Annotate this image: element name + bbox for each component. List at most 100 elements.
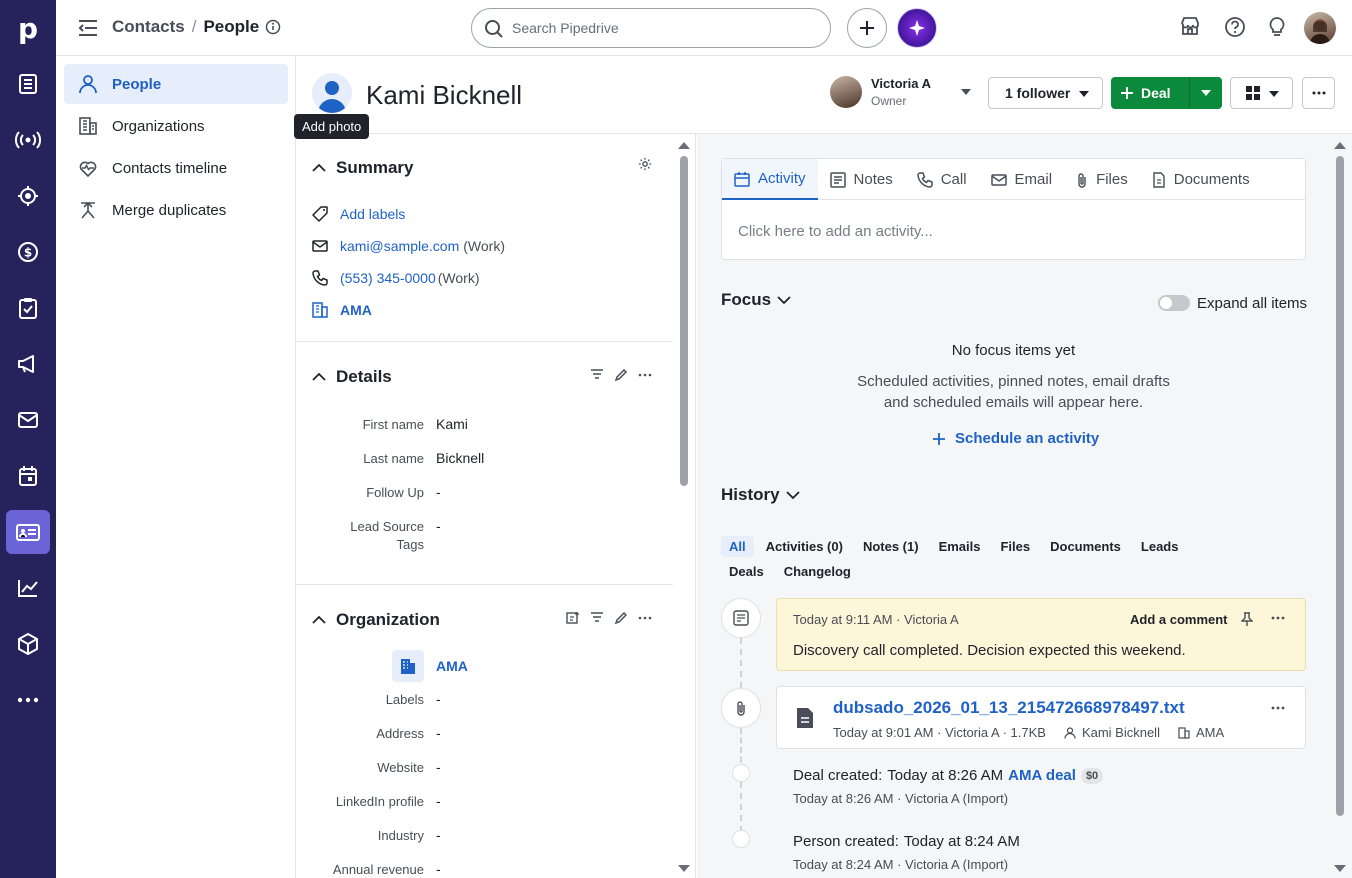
filter-icon[interactable] <box>590 368 604 382</box>
owner-selector[interactable]: Victoria A Owner <box>830 76 971 108</box>
filter-all[interactable]: All <box>721 536 754 557</box>
field-value[interactable]: Kami <box>436 416 468 432</box>
organization-section-header[interactable]: Organization <box>312 610 440 630</box>
activities-clipboard-icon[interactable] <box>6 286 50 330</box>
chevron-up-icon <box>312 616 326 624</box>
field-value[interactable]: - <box>436 518 441 534</box>
help-icon[interactable] <box>1224 16 1246 38</box>
field-value[interactable]: - <box>436 759 441 775</box>
chevron-up-icon <box>312 164 326 172</box>
field-value[interactable]: - <box>436 793 441 809</box>
scrollbar-thumb[interactable] <box>680 156 688 486</box>
target-icon[interactable] <box>6 174 50 218</box>
filter-leads[interactable]: Leads <box>1133 536 1187 557</box>
scrollbar-thumb[interactable] <box>1336 156 1344 816</box>
quick-add-button[interactable] <box>847 8 887 48</box>
file-name-link[interactable]: dubsado_2026_01_13_215472668978497.txt <box>833 698 1185 718</box>
leads-inbox-icon[interactable] <box>6 62 50 106</box>
more-dots-icon[interactable] <box>1271 616 1285 620</box>
filter-files[interactable]: Files <box>992 536 1038 557</box>
ai-assistant-button[interactable] <box>897 8 937 48</box>
organization-link[interactable]: AMA <box>340 302 372 318</box>
products-box-icon[interactable] <box>6 622 50 666</box>
filter-activities[interactable]: Activities (0) <box>758 536 851 557</box>
deal-event-meta: Today at 8:26 AM · Victoria A (Import) <box>793 791 1009 806</box>
mail-icon[interactable] <box>6 398 50 442</box>
add-comment-button[interactable]: Add a comment <box>1130 612 1228 627</box>
field-value[interactable]: - <box>436 484 441 500</box>
sidebar-item-merge-duplicates[interactable]: Merge duplicates <box>64 190 288 230</box>
deal-link[interactable]: AMA deal <box>1008 767 1076 784</box>
more-dots-icon[interactable] <box>1271 706 1285 710</box>
breadcrumb-contacts[interactable]: Contacts <box>112 17 185 37</box>
details-scrollbar[interactable] <box>677 140 691 874</box>
filter-emails[interactable]: Emails <box>931 536 989 557</box>
settings-gear-icon[interactable] <box>638 157 652 171</box>
details-section-header[interactable]: Details <box>312 367 392 387</box>
history-header[interactable]: History <box>721 485 800 505</box>
sidebar-item-organizations[interactable]: Organizations <box>64 106 288 146</box>
add-labels-link[interactable]: Add labels <box>340 206 405 222</box>
person-avatar[interactable] <box>312 73 352 113</box>
field-value[interactable]: - <box>436 861 441 877</box>
summary-section-header[interactable]: Summary <box>312 158 413 178</box>
layout-view-button[interactable] <box>1230 77 1293 109</box>
collapse-menu-icon[interactable] <box>78 19 98 37</box>
info-icon[interactable] <box>265 19 281 35</box>
tab-notes[interactable]: Notes <box>818 159 905 200</box>
more-dots-icon[interactable] <box>638 368 652 382</box>
field-value[interactable]: - <box>436 827 441 843</box>
edit-pencil-icon[interactable] <box>614 368 628 382</box>
field-value[interactable]: - <box>436 691 441 707</box>
tab-call[interactable]: Call <box>905 159 979 200</box>
filter-notes[interactable]: Notes (1) <box>855 536 927 557</box>
deals-dollar-icon[interactable]: $ <box>6 230 50 274</box>
sidebar-item-people[interactable]: People <box>64 64 288 104</box>
more-dots-icon[interactable] <box>6 678 50 722</box>
pin-icon[interactable] <box>1241 612 1253 626</box>
filter-documents[interactable]: Documents <box>1042 536 1129 557</box>
tab-label: Email <box>1014 171 1053 188</box>
file-person-link[interactable]: Kami Bicknell <box>1082 725 1160 740</box>
more-actions-button[interactable] <box>1302 77 1335 109</box>
field-value[interactable]: Bicknell <box>436 450 484 466</box>
add-note-icon[interactable] <box>566 611 580 625</box>
expand-all-toggle[interactable] <box>1158 295 1190 311</box>
calendar-icon[interactable] <box>6 454 50 498</box>
marketplace-icon[interactable] <box>1180 16 1200 36</box>
campaign-radar-icon[interactable] <box>6 118 50 162</box>
search-input[interactable]: Search Pipedrive <box>471 8 831 48</box>
add-deal-button[interactable]: Deal <box>1111 77 1189 109</box>
field-value[interactable]: - <box>436 725 441 741</box>
focus-header[interactable]: Focus <box>721 290 791 310</box>
insights-chart-icon[interactable] <box>6 566 50 610</box>
lightbulb-icon[interactable] <box>1268 16 1286 38</box>
note-text[interactable]: Discovery call completed. Decision expec… <box>793 642 1186 659</box>
email-link[interactable]: kami@sample.com <box>340 238 459 254</box>
filter-deals[interactable]: Deals <box>721 561 772 582</box>
file-org-link[interactable]: AMA <box>1196 725 1224 740</box>
pipedrive-logo[interactable]: p <box>0 0 56 56</box>
deal-options-button[interactable] <box>1189 77 1222 109</box>
tab-files[interactable]: Files <box>1064 159 1140 200</box>
sidebar-item-contacts-timeline[interactable]: Contacts timeline <box>64 148 288 188</box>
activity-input[interactable]: Click here to add an activity... <box>738 223 933 240</box>
file-card: dubsado_2026_01_13_215472668978497.txt T… <box>776 686 1306 749</box>
organization-name-link[interactable]: AMA <box>436 658 468 674</box>
campaigns-megaphone-icon[interactable] <box>6 342 50 386</box>
tab-documents[interactable]: Documents <box>1140 159 1262 200</box>
filter-icon[interactable] <box>590 611 604 625</box>
tab-email[interactable]: Email <box>979 159 1065 200</box>
schedule-activity-button[interactable]: Schedule an activity <box>933 430 1099 447</box>
filter-changelog[interactable]: Changelog <box>776 561 859 582</box>
add-labels-row[interactable]: Add labels <box>312 206 405 222</box>
edit-pencil-icon[interactable] <box>614 611 628 625</box>
more-dots-icon[interactable] <box>638 611 652 625</box>
followers-button[interactable]: 1 follower <box>988 77 1103 109</box>
phone-link[interactable]: (553) 345-0000 <box>340 270 436 286</box>
tab-activity[interactable]: Activity <box>722 159 818 200</box>
activity-scrollbar[interactable] <box>1333 140 1347 874</box>
contacts-card-icon[interactable] <box>6 510 50 554</box>
person-name[interactable]: Kami Bicknell <box>366 80 522 111</box>
user-avatar[interactable] <box>1304 12 1336 44</box>
